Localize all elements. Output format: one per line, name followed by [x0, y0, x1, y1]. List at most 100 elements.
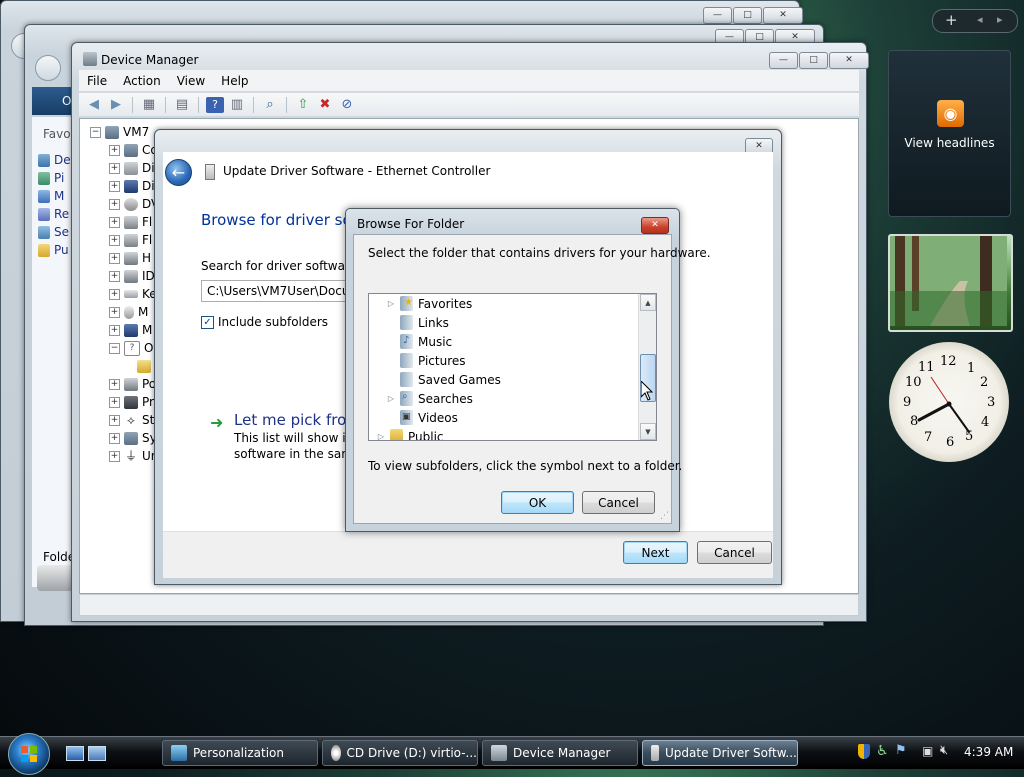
tree-item[interactable]: + Sy: [109, 429, 159, 447]
folder-item-saved-games[interactable]: Saved Games: [387, 370, 501, 389]
expand-toggle[interactable]: +: [109, 396, 120, 408]
add-gadget-button[interactable]: +: [945, 11, 958, 29]
help-icon[interactable]: ?: [206, 96, 224, 113]
resize-grip-icon[interactable]: ⋰: [660, 511, 669, 521]
sidebar-item-documents[interactable]: De: [38, 151, 72, 169]
taskbar-button-personalization[interactable]: Personalization: [162, 740, 318, 766]
folder-item-pictures[interactable]: Pictures: [387, 351, 466, 370]
expand-arrow-icon[interactable]: ▷: [377, 432, 385, 440]
expand-toggle[interactable]: +: [109, 432, 120, 444]
clock-gadget[interactable]: 12 1 2 3 4 5 6 7 8 9 10 11: [889, 342, 1009, 462]
browse-for-folder-dialog[interactable]: Browse For Folder ✕ Select the folder th…: [345, 208, 711, 532]
expand-toggle[interactable]: +: [109, 162, 120, 174]
folder-item-videos[interactable]: ▣ Videos: [387, 408, 458, 427]
tree-item[interactable]: + Ke: [109, 285, 159, 303]
tree-item-ethernet-controller[interactable]: [109, 357, 159, 375]
expand-toggle[interactable]: +: [109, 198, 120, 210]
close-button[interactable]: ✕: [763, 7, 803, 24]
taskbar-button-update-driver[interactable]: Update Driver Softw...: [642, 740, 798, 766]
taskbar-button-device-manager[interactable]: Device Manager: [482, 740, 638, 766]
ok-button[interactable]: OK: [501, 491, 574, 514]
expand-arrow-icon[interactable]: ▷: [387, 299, 395, 308]
tree-item[interactable]: + Di: [109, 159, 159, 177]
expand-toggle[interactable]: +: [109, 378, 120, 390]
cancel-button[interactable]: Cancel: [582, 491, 655, 514]
uninstall-icon[interactable]: ✖: [316, 97, 334, 113]
back-nav-icon[interactable]: [35, 55, 61, 81]
previous-page-button[interactable]: ◂: [977, 13, 983, 26]
sidebar-item-searches[interactable]: Se: [38, 223, 72, 241]
path-input[interactable]: C:\Users\VM7User\Docum: [201, 280, 361, 302]
expand-toggle[interactable]: +: [109, 144, 120, 156]
disable-icon[interactable]: ⊘: [338, 97, 356, 113]
minimize-button[interactable]: —: [703, 7, 732, 24]
tree-item[interactable]: + Fl: [109, 213, 159, 231]
expand-toggle[interactable]: +: [109, 270, 120, 282]
start-button[interactable]: [8, 733, 50, 775]
sidebar-item-public[interactable]: Pu: [38, 241, 72, 259]
tree-root[interactable]: − VM7: [90, 123, 159, 141]
tree-item[interactable]: + ⏚ Ur: [109, 447, 159, 465]
tree-item[interactable]: + Fl: [109, 231, 159, 249]
collapse-toggle[interactable]: −: [90, 126, 101, 138]
minimize-button[interactable]: —: [769, 52, 798, 69]
back-arrow-icon[interactable]: ←: [165, 159, 192, 186]
next-button[interactable]: Next: [623, 541, 688, 564]
expand-toggle[interactable]: +: [109, 252, 120, 264]
properties-icon[interactable]: ▤: [173, 97, 191, 113]
tree-item[interactable]: + DV: [109, 195, 159, 213]
clock-time[interactable]: 4:39 AM: [964, 745, 1013, 759]
close-button[interactable]: ✕: [641, 217, 669, 234]
tree-item[interactable]: + H: [109, 249, 159, 267]
tree-item[interactable]: + Di: [109, 177, 159, 195]
maximize-button[interactable]: □: [733, 7, 762, 24]
show-desktop-icon[interactable]: [66, 746, 84, 761]
sidebar-item-pictures[interactable]: Pi: [38, 169, 72, 187]
tree-item[interactable]: + Po: [109, 375, 159, 393]
feed-headlines-gadget[interactable]: ◉ View headlines: [888, 50, 1011, 217]
windows-flag-icon[interactable]: ⚑: [895, 743, 907, 758]
menu-view[interactable]: View: [169, 74, 213, 88]
expand-arrow-icon[interactable]: ▷: [387, 394, 395, 403]
folder-item-public[interactable]: ▷ Public: [377, 427, 444, 440]
expand-toggle[interactable]: +: [109, 450, 120, 462]
scan-hardware-icon[interactable]: ⌕: [261, 97, 279, 113]
tree-item[interactable]: + M: [109, 321, 159, 339]
menu-action[interactable]: Action: [115, 74, 169, 88]
cancel-button[interactable]: Cancel: [697, 541, 772, 564]
expand-toggle[interactable]: +: [109, 288, 120, 300]
maximize-button[interactable]: □: [799, 52, 828, 69]
tree-item-other-devices[interactable]: −? Ot: [109, 339, 159, 357]
folder-item-links[interactable]: Links: [387, 313, 449, 332]
expand-toggle[interactable]: +: [109, 216, 120, 228]
tree-item[interactable]: + ⟡ St: [109, 411, 159, 429]
folder-item-favorites[interactable]: ▷ ★ Favorites: [387, 294, 472, 313]
folder-item-music[interactable]: ♪ Music: [387, 332, 452, 351]
switch-windows-icon[interactable]: [88, 746, 106, 761]
security-shield-icon[interactable]: [858, 744, 870, 759]
expand-toggle[interactable]: +: [109, 414, 120, 426]
scroll-down-arrow-icon[interactable]: ▼: [640, 423, 656, 440]
tree-item[interactable]: + ID: [109, 267, 159, 285]
update-driver-icon[interactable]: ⇧: [294, 97, 312, 113]
volume-muted-icon[interactable]: 🔇︎: [940, 743, 948, 758]
close-button[interactable]: ✕: [829, 52, 869, 69]
expand-toggle[interactable]: +: [109, 324, 120, 336]
forward-arrow-icon[interactable]: ▶: [107, 97, 125, 113]
next-page-button[interactable]: ▸: [997, 13, 1003, 26]
view-icon[interactable]: ▥: [228, 97, 246, 113]
accessibility-icon[interactable]: ♿: [876, 743, 889, 759]
folder-item-searches[interactable]: ▷ ⌕ Searches: [387, 389, 473, 408]
view-headlines-label[interactable]: View headlines: [889, 136, 1010, 150]
show-hide-tree-icon[interactable]: ▦: [140, 97, 158, 113]
back-arrow-icon[interactable]: ◀: [85, 97, 103, 113]
tree-item[interactable]: + M: [109, 303, 159, 321]
network-disconnected-icon[interactable]: ▣: [922, 744, 933, 758]
scroll-up-arrow-icon[interactable]: ▲: [640, 294, 656, 311]
menu-help[interactable]: Help: [213, 74, 256, 88]
sidebar-item-music[interactable]: M: [38, 187, 72, 205]
expand-toggle[interactable]: +: [109, 180, 120, 192]
vertical-scrollbar[interactable]: ▲ ▼: [638, 294, 656, 440]
collapse-toggle[interactable]: −: [109, 342, 120, 354]
sidebar-item-recent[interactable]: Re: [38, 205, 72, 223]
